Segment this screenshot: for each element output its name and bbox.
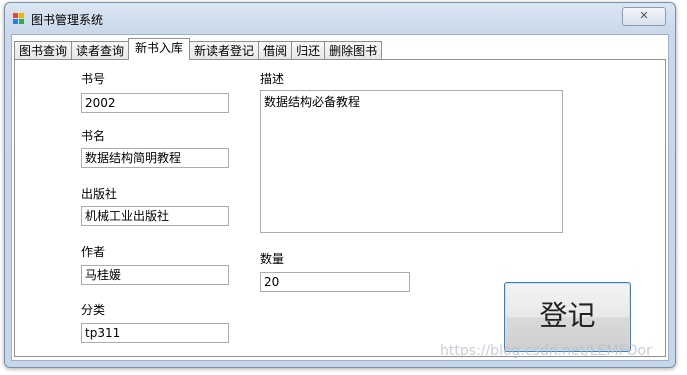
main-window: 图书管理系统 ✕ 图书查询 读者查询 新书入库 新读者登记 借阅 归还 删除图书…	[4, 2, 676, 368]
tab-borrow[interactable]: 借阅	[258, 41, 293, 60]
register-button[interactable]: 登记	[504, 282, 631, 352]
tab-new-book[interactable]: 新书入库	[128, 38, 191, 60]
app-icon	[13, 13, 25, 25]
close-icon: ✕	[639, 9, 649, 22]
tab-reader-query[interactable]: 读者查询	[71, 41, 130, 60]
new-book-panel: 书号 2002 书名 数据结构简明教程 出版社 机械工业出版社 作者 马桂媛 分…	[14, 59, 666, 357]
window-title: 图书管理系统	[31, 13, 104, 27]
tab-new-reader[interactable]: 新读者登记	[189, 41, 260, 60]
publisher-field[interactable]: 机械工业出版社	[81, 206, 229, 226]
tab-strip: 图书查询 读者查询 新书入库 新读者登记 借阅 归还 删除图书	[14, 38, 383, 60]
publisher-label: 出版社	[81, 187, 118, 201]
client-area: 图书查询 读者查询 新书入库 新读者登记 借阅 归还 删除图书 书号 2002 …	[11, 34, 669, 361]
book-name-field[interactable]: 数据结构简明教程	[81, 148, 229, 168]
watermark: https://blog.csdn.net/LEMFOor	[440, 343, 652, 359]
tab-book-query[interactable]: 图书查询	[14, 41, 73, 60]
tab-return[interactable]: 归还	[291, 41, 326, 60]
description-label: 描述	[260, 72, 285, 86]
book-name-label: 书名	[81, 129, 106, 143]
quantity-label: 数量	[260, 252, 285, 266]
tab-delete-book[interactable]: 删除图书	[324, 41, 383, 60]
close-button[interactable]: ✕	[622, 7, 666, 26]
category-label: 分类	[81, 303, 106, 317]
quantity-field[interactable]: 20	[260, 272, 410, 292]
author-field[interactable]: 马桂媛	[81, 265, 229, 285]
category-field[interactable]: tp311	[81, 323, 229, 343]
description-field[interactable]: 数据结构必备教程	[260, 90, 563, 233]
book-no-field[interactable]: 2002	[81, 93, 229, 113]
title-bar: 图书管理系统 ✕	[5, 3, 675, 33]
author-label: 作者	[81, 245, 106, 259]
book-no-label: 书号	[81, 72, 106, 86]
